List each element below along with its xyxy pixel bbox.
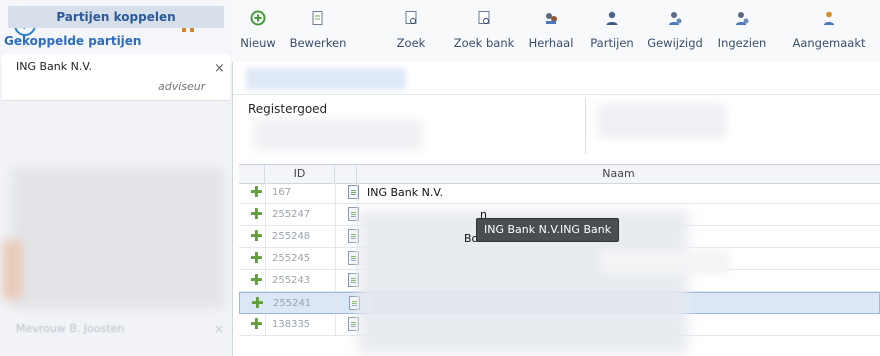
blurred-registergoed-value [254, 120, 422, 150]
search-bank-icon [478, 11, 490, 24]
add-row-icon[interactable]: ✚ [250, 229, 263, 244]
row-id: 255247 [272, 209, 311, 220]
blurred-registergoed-detail [598, 104, 726, 138]
section-divider [585, 98, 586, 154]
toolbar-search-bank-label: Zoek bank [453, 36, 515, 50]
toolbar-repeat-button[interactable]: Herhaal [522, 0, 580, 62]
add-row-icon[interactable]: ✚ [251, 296, 264, 311]
toolbar-search-bank-button[interactable]: Zoek bank [452, 0, 516, 62]
row-id: 255245 [272, 253, 311, 264]
name-tooltip: ING Bank N.V.ING Bank [476, 218, 620, 242]
link-parties-header[interactable]: Partijen koppelen [8, 6, 224, 28]
grid-header-add [239, 165, 265, 183]
table-row[interactable]: ✚ 167 ING Bank N.V. [239, 182, 880, 204]
toolbar-search-button[interactable]: Zoek [390, 0, 432, 62]
add-row-icon[interactable]: ✚ [250, 185, 263, 200]
changed-users-icon [669, 12, 682, 25]
add-row-icon[interactable]: ✚ [250, 317, 263, 332]
toolbar-created-button[interactable]: Aangemaakt [784, 0, 874, 62]
add-row-icon[interactable]: ✚ [250, 273, 263, 288]
divider [233, 94, 880, 95]
viewed-users-icon [736, 12, 749, 25]
parties-icon [606, 11, 618, 25]
add-row-icon[interactable]: ✚ [250, 207, 263, 222]
toolbar-new-button[interactable]: Nieuw [232, 0, 284, 62]
add-circle-icon [250, 10, 266, 26]
linked-party-name: ING Bank N.V. [16, 60, 92, 73]
grid-header-id[interactable]: ID [265, 165, 335, 183]
row-id: 167 [272, 187, 292, 198]
toolbar-changed-label: Gewijzigd [647, 36, 703, 50]
blurred-row-detail [600, 250, 730, 274]
toolbar-viewed-label: Ingezien [717, 36, 767, 50]
linked-parties-title: Gekoppelde partijen [4, 34, 142, 48]
toolbar-search-label: Zoek [396, 36, 426, 50]
linked-party-role: adviseur [158, 80, 206, 93]
registergoed-label: Registergoed [248, 102, 328, 116]
toolbar-parties-label: Partijen [590, 36, 634, 50]
toolbar: Nieuw Bewerken Zoek Zoek bank Herhaal Pa… [232, 0, 880, 63]
grid-header-doc [335, 165, 357, 183]
grid-header: ID Naam [239, 164, 880, 184]
toolbar-new-label: Nieuw [240, 36, 276, 50]
grid-header-name[interactable]: Naam [357, 165, 880, 183]
row-id: 255243 [272, 275, 311, 286]
toolbar-edit-label: Bewerken [289, 36, 347, 50]
faded-party-name[interactable]: Mevrouw B. Joosten [16, 322, 124, 335]
repeat-users-icon [546, 13, 557, 24]
row-name: ING Bank N.V. [367, 186, 443, 199]
toolbar-created-label: Aangemaakt [792, 36, 866, 50]
remove-party-button[interactable]: × [214, 61, 225, 76]
add-row-icon[interactable]: ✚ [250, 251, 263, 266]
toolbar-changed-button[interactable]: Gewijzigd [640, 0, 710, 62]
toolbar-edit-button[interactable]: Bewerken [284, 0, 352, 62]
search-document-icon [405, 11, 417, 24]
created-users-icon [824, 11, 834, 25]
row-id: 138335 [272, 319, 311, 330]
blurred-party-list [12, 168, 224, 308]
row-id: 255248 [272, 231, 311, 242]
toolbar-viewed-button[interactable]: Ingezien [710, 0, 774, 62]
faded-remove-button[interactable]: × [214, 322, 224, 336]
blurred-search-field [246, 68, 406, 90]
blurred-accent [2, 240, 22, 300]
toolbar-repeat-label: Herhaal [528, 36, 574, 50]
row-id: 255241 [273, 298, 312, 309]
toolbar-parties-button[interactable]: Partijen [586, 0, 638, 62]
edit-document-icon [312, 11, 323, 25]
